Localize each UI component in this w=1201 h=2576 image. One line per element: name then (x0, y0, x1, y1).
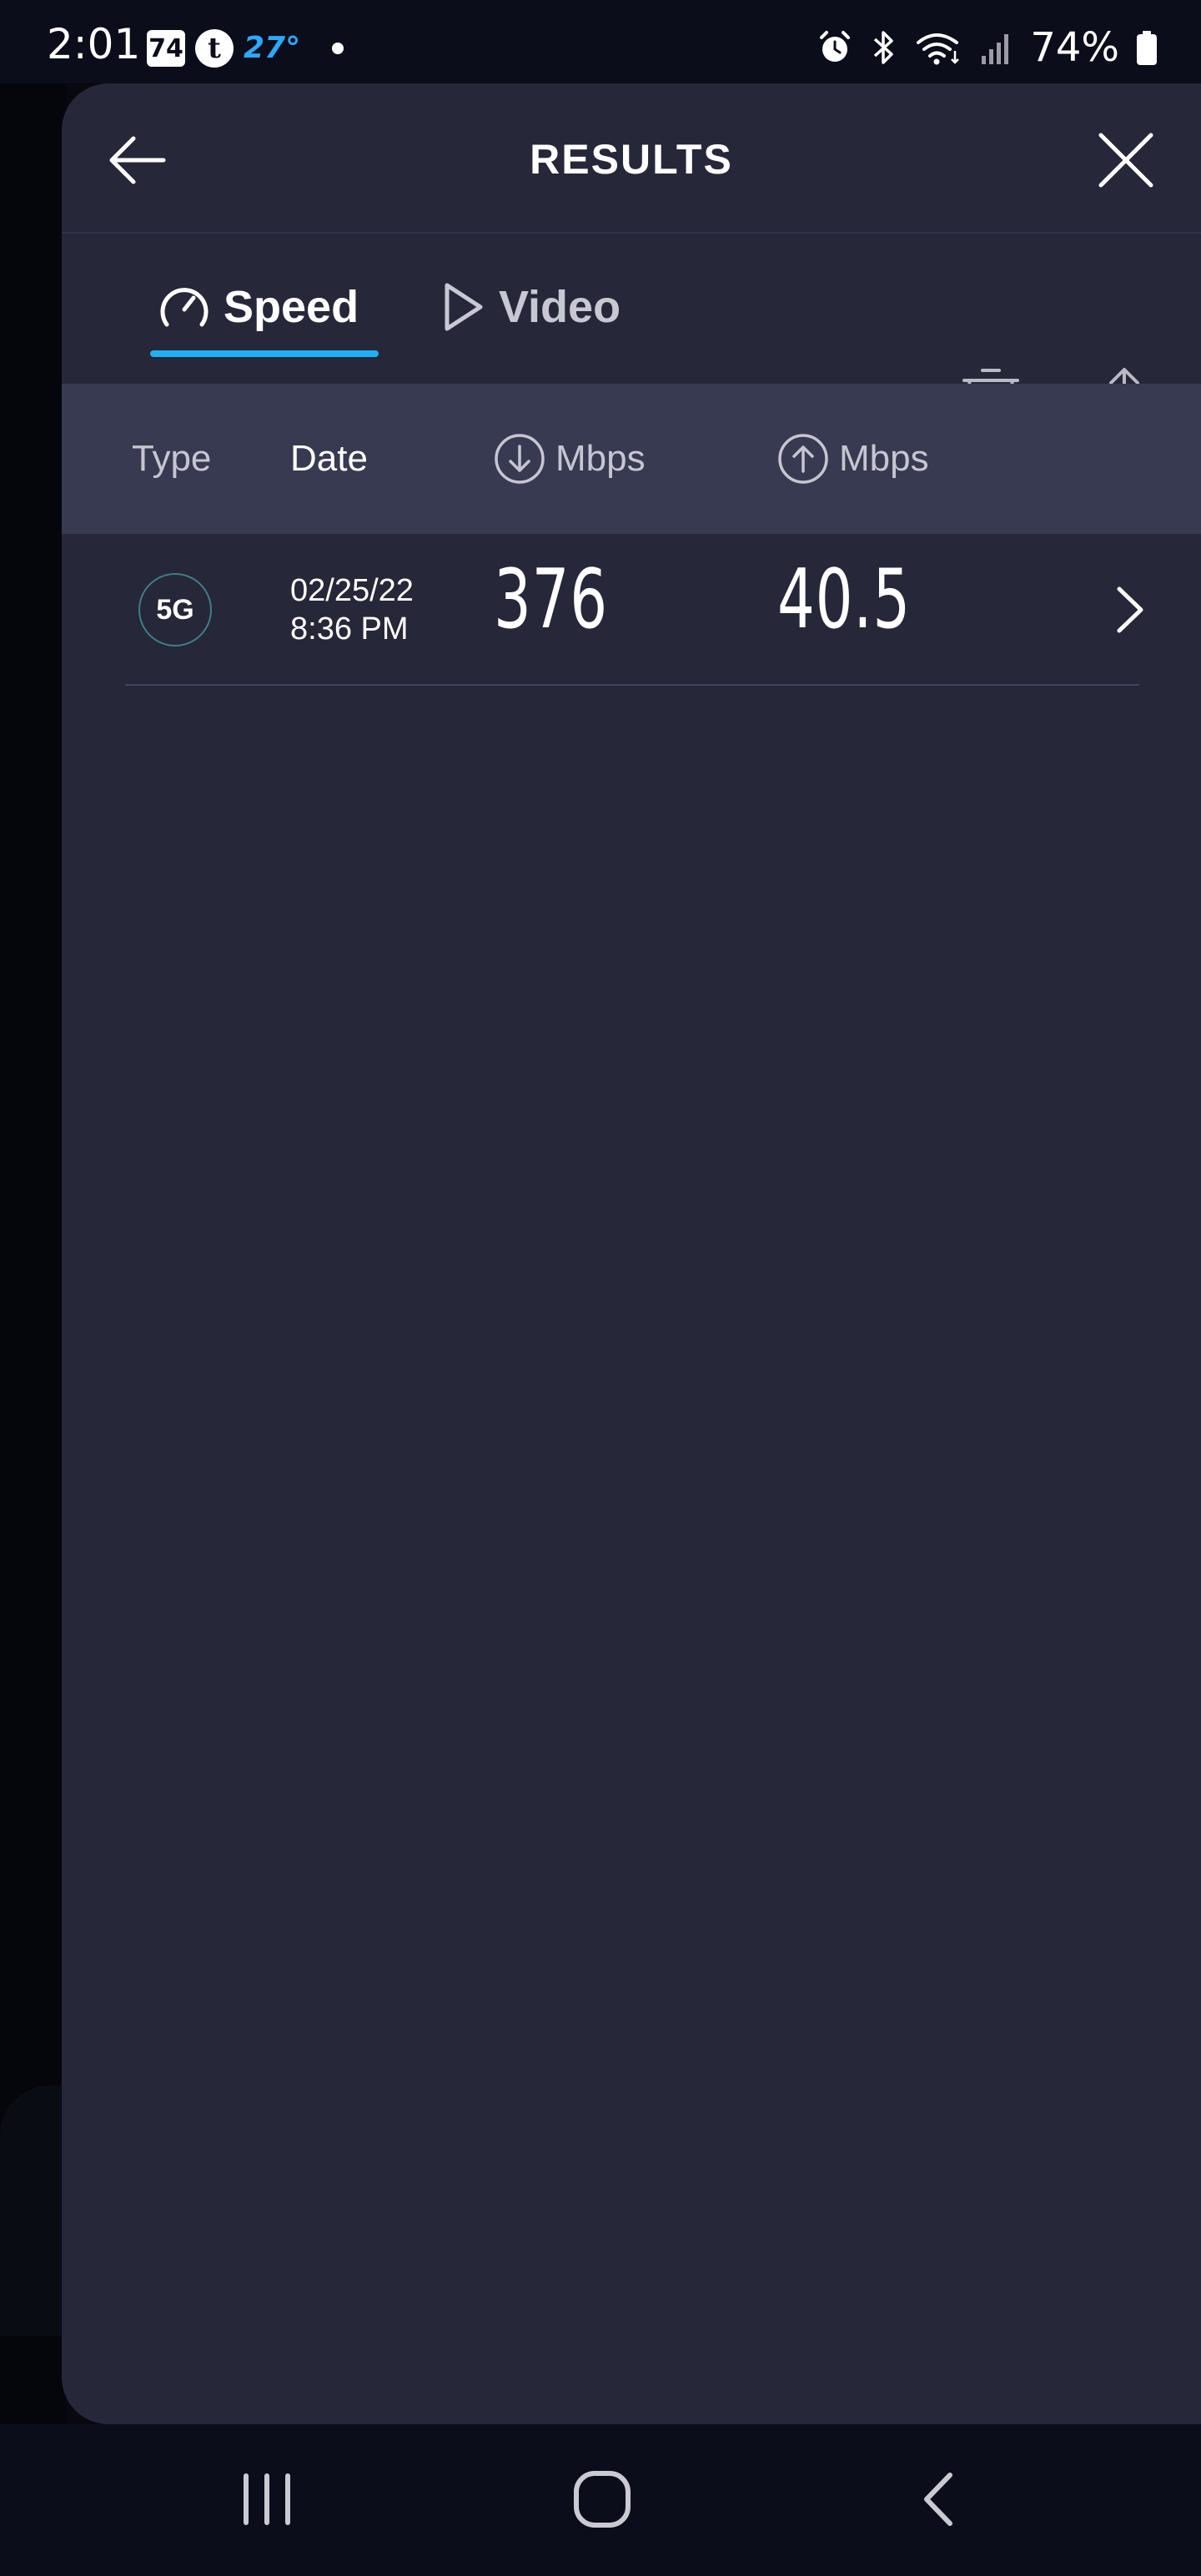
wifi-icon (917, 33, 960, 65)
row-date: 02/25/22 (290, 573, 414, 608)
column-header-type[interactable]: Type (132, 384, 211, 534)
arrow-up-circle-icon (778, 434, 828, 484)
row-datetime: 02/25/22 8:36 PM (290, 571, 414, 648)
status-system-icons: 74% (817, 25, 1158, 70)
row-time: 8:36 PM (290, 611, 409, 647)
weather-temperature: 27° (244, 31, 301, 65)
column-header-upload-label: Mbps (839, 438, 929, 479)
page-title: RESULTS (530, 136, 733, 183)
arrow-down-circle-icon (495, 434, 545, 484)
column-header-type-label: Type (132, 438, 212, 479)
tab-speed-label: Speed (224, 282, 359, 332)
active-tab-indicator (150, 350, 379, 357)
signal-icon (982, 34, 1009, 64)
recent-apps-button[interactable] (217, 2458, 317, 2541)
calendar-badge-text: 74 (148, 33, 183, 63)
chevron-left-icon (924, 2473, 952, 2526)
battery-percentage: 74% (1030, 24, 1119, 71)
dot-icon (332, 43, 344, 54)
column-header-upload[interactable]: Mbps (777, 384, 929, 534)
network-type-label: 5G (156, 593, 194, 626)
status-bar: 2:01 74 t 27° 74% (0, 0, 1201, 83)
network-type-badge: 5G (138, 573, 212, 647)
close-button[interactable] (1093, 127, 1159, 194)
battery-icon (1137, 31, 1157, 65)
recent-apps-icon (244, 2473, 290, 2525)
row-divider (125, 684, 1139, 686)
navigation-bar (0, 2424, 1201, 2576)
panel-header: RESULTS (62, 83, 1201, 234)
row-download-speed: 376 (494, 552, 608, 647)
background-page (0, 83, 67, 2426)
column-header-date-label: Date (290, 438, 368, 479)
column-header-date[interactable]: Date (290, 384, 368, 534)
column-header-download[interactable]: Mbps (494, 384, 646, 534)
speedometer-icon (160, 288, 209, 327)
column-header-download-label: Mbps (555, 438, 646, 479)
chevron-right-icon (1117, 586, 1143, 633)
background-card (0, 2085, 67, 2336)
calendar-icon: 74 (147, 30, 185, 67)
home-button[interactable] (552, 2458, 652, 2541)
row-open-button[interactable] (1106, 581, 1156, 639)
t-app-icon: t (195, 29, 234, 68)
bluetooth-icon (874, 31, 894, 64)
table-row[interactable]: 5G 02/25/22 8:36 PM 376 40.5 (62, 534, 1201, 686)
status-notifications: 74 t 27° (147, 28, 344, 68)
table-header: Type Date Mbps Mbps (62, 384, 1201, 534)
results-panel: RESULTS Speed Video Type Date Mbps Mbps … (62, 83, 1201, 2424)
home-icon (574, 2471, 631, 2528)
tab-video[interactable]: Video (442, 274, 621, 340)
tab-speed[interactable]: Speed (158, 274, 359, 340)
row-upload-speed: 40.5 (777, 552, 911, 647)
close-icon (1098, 133, 1153, 188)
alarm-icon (820, 31, 851, 62)
tab-video-label: Video (499, 282, 621, 332)
play-icon (445, 283, 483, 331)
status-time: 2:01 (47, 20, 141, 68)
system-back-button[interactable] (887, 2458, 987, 2541)
